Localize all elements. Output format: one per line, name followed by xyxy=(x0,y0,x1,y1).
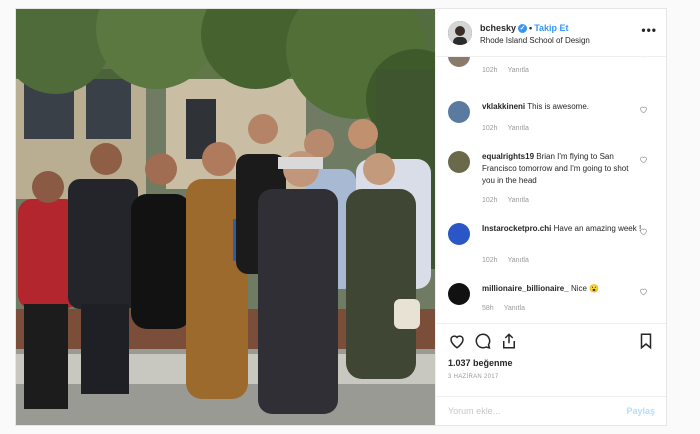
reply-button[interactable]: Yanıtla xyxy=(504,305,525,312)
comment-bubble-icon[interactable] xyxy=(474,332,492,350)
like-count[interactable]: 1.037 beğenme xyxy=(448,358,513,368)
comment-time: 102h xyxy=(482,125,498,132)
post-date: 3 HAZİRAN 2017 xyxy=(448,374,499,380)
comment-meta: 102h Yanıtla xyxy=(482,125,539,132)
post-comment-button[interactable]: Paylaş xyxy=(626,406,655,416)
commenter-username[interactable]: Instarocketpro.chi xyxy=(482,224,551,233)
follow-button[interactable]: Takip Et xyxy=(534,23,568,33)
reply-button[interactable]: Yanıtla xyxy=(508,257,529,264)
comment-body: Nice 😮 xyxy=(570,284,600,293)
share-upload-icon[interactable] xyxy=(500,332,518,350)
comment-meta: 102h Yanıtla xyxy=(482,257,539,264)
post-location[interactable]: Rhode Island School of Design xyxy=(480,36,590,45)
instagram-post: bchesky ✓ • Takip Et Rhode Island School of… xyxy=(15,8,667,426)
reply-button[interactable]: Yanıtla xyxy=(508,125,529,132)
comment-time: 58h xyxy=(482,305,494,312)
comment-meta: 58h Yanıtla xyxy=(482,305,535,312)
commenter-username[interactable]: equalrights19 xyxy=(482,152,534,161)
commenter-avatar[interactable] xyxy=(448,283,470,305)
post-photo[interactable] xyxy=(16,9,435,425)
comment-meta: 102h Yanıtla xyxy=(482,67,539,74)
commenter-avatar[interactable] xyxy=(448,101,470,123)
comments-list[interactable]: 102h Yanıtla vklakkineni This is awesome.… xyxy=(436,57,666,323)
comment-like-heart-icon[interactable] xyxy=(639,287,648,296)
more-options-button[interactable]: ••• xyxy=(641,23,657,37)
comment-like-heart-icon[interactable] xyxy=(639,227,648,236)
reply-button[interactable]: Yanıtla xyxy=(508,197,529,204)
comment-like-heart-icon[interactable] xyxy=(639,57,648,58)
commenter-avatar[interactable] xyxy=(448,151,470,173)
like-heart-icon[interactable] xyxy=(448,332,466,350)
post-sidebar: bchesky ✓ • Takip Et Rhode Island School of… xyxy=(435,9,666,425)
post-header: bchesky ✓ • Takip Et Rhode Island School of… xyxy=(436,9,666,57)
comment-text: Instarocketpro.chi Have an amazing week … xyxy=(482,223,642,235)
comment-text: millionaire_billionaire_ Nice 😮 xyxy=(482,283,642,295)
comment-text: equalrights19 Brian I'm flying to San Fr… xyxy=(482,151,642,187)
author-line: bchesky ✓ • Takip Et xyxy=(480,23,569,34)
author-avatar[interactable] xyxy=(448,21,472,45)
author-username[interactable]: bchesky xyxy=(480,23,516,33)
comment-time: 102h xyxy=(482,197,498,204)
comment-body: This is awesome. xyxy=(527,102,590,111)
comment-time: 102h xyxy=(482,67,498,74)
group-photo-illustration xyxy=(16,9,435,425)
commenter-username[interactable]: millionaire_billionaire_ xyxy=(482,284,569,293)
comment-meta: 102h Yanıtla xyxy=(482,197,539,204)
commenter-username[interactable]: vklakkineni xyxy=(482,102,525,111)
bookmark-icon[interactable] xyxy=(637,332,655,350)
comment-time: 102h xyxy=(482,257,498,264)
separator-dot: • xyxy=(529,23,533,33)
post-actions: 1.037 beğenme 3 HAZİRAN 2017 Yorum ekle.… xyxy=(436,323,666,425)
comment-body: Have an amazing week ! xyxy=(553,224,642,233)
comment-input[interactable]: Yorum ekle... xyxy=(448,406,500,416)
comment-like-heart-icon[interactable] xyxy=(639,105,648,114)
verified-badge-icon: ✓ xyxy=(518,24,528,34)
comment-text: vklakkineni This is awesome. xyxy=(482,101,642,113)
add-comment-bar: Yorum ekle... Paylaş xyxy=(436,396,666,425)
commenter-avatar[interactable] xyxy=(448,223,470,245)
commenter-avatar[interactable] xyxy=(448,57,470,67)
comment-like-heart-icon[interactable] xyxy=(639,155,648,164)
reply-button[interactable]: Yanıtla xyxy=(508,67,529,74)
